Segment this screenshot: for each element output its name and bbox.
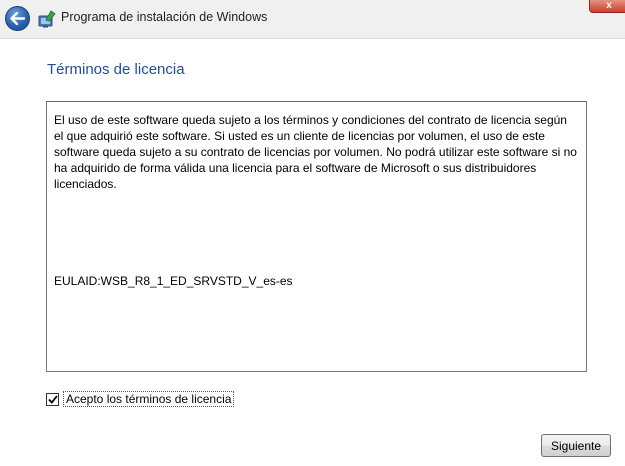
back-arrow-icon [10,12,25,25]
accept-terms-checkbox[interactable] [46,392,59,406]
close-icon: x [606,0,612,11]
eula-id-text: EULAID:WSB_R8_1_ED_SRVSTD_V_es-es [54,274,293,288]
next-button[interactable]: Siguiente [541,434,611,457]
accept-terms-label[interactable]: Acepto los términos de licencia [63,391,235,407]
back-button[interactable] [5,6,30,31]
checkmark-icon [47,394,58,404]
license-body-text: El uso de este software queda sujeto a l… [54,113,577,191]
close-button[interactable]: x [589,0,625,13]
windows-setup-icon [38,10,56,28]
window-title: Programa de instalación de Windows [61,10,268,24]
accept-terms-row[interactable]: Acepto los términos de licencia [46,391,235,407]
license-text-box[interactable]: El uso de este software queda sujeto a l… [46,101,587,372]
page-title: Términos de licencia [47,61,185,78]
title-bar: Programa de instalación de Windows x [0,0,625,39]
